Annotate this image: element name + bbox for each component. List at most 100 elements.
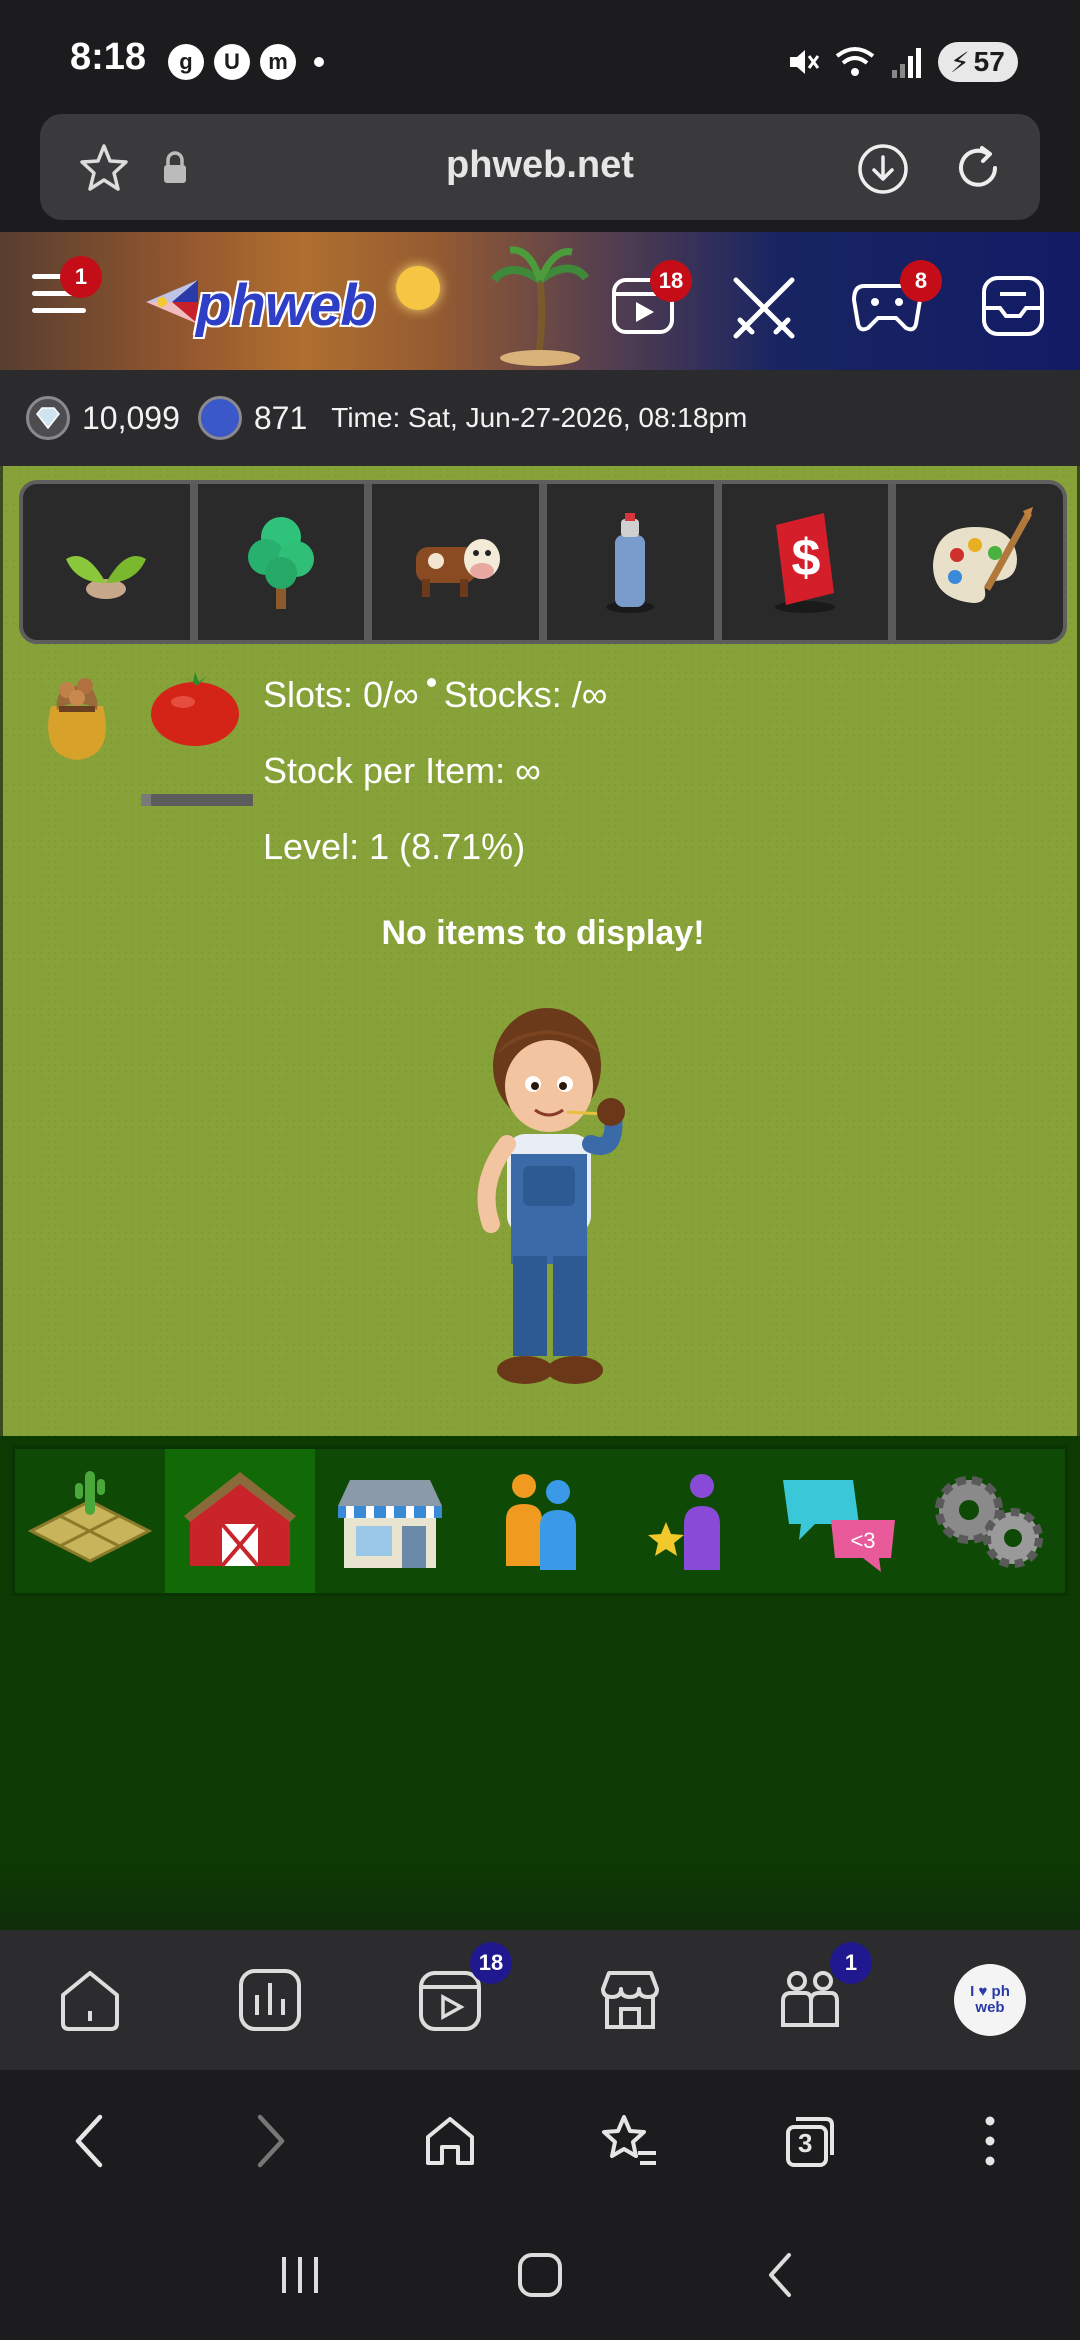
nav-store[interactable] [590,1960,670,2040]
tree-icon [248,517,314,609]
currency-bar: 10,099 871 Time: Sat, Jun-27-2026, 08:18… [0,370,1080,466]
shop-icon [338,1480,442,1568]
level-progress-fill [141,794,151,806]
videos-nav-badge: 18 [470,1942,512,1984]
settings-gears-icon [935,1476,1043,1568]
recents-icon [282,2257,318,2293]
farm-game-area: $ Slots: 0/∞ Stocks: /∞ Stock per Item: ∞… [0,466,1080,1436]
sun-icon [396,266,440,310]
site-bottom-nav: 18 1 I ♥ ph web [0,1930,1080,2070]
forward-button[interactable] [230,2101,310,2181]
chevron-right-icon [257,2114,285,2168]
palm-tree-icon [490,246,590,366]
store-icon [601,1971,659,2029]
game-nav-shop[interactable] [315,1449,465,1593]
server-time: Time: Sat, Jun-27-2026, 08:18pm [331,402,748,433]
svg-text:<3: <3 [850,1528,875,1553]
groups-badge: 1 [830,1942,872,1984]
menu-badge: 1 [60,256,102,298]
philippine-flag-icon [146,280,198,324]
medal-icon [197,396,242,440]
barn-icon [184,1472,296,1568]
status-bar: 8:18 g U m ⚡ 57 [0,0,1080,110]
phweb-logo[interactable]: phweb [196,272,376,339]
charging-bolt-icon: ⚡ [950,46,970,78]
nav-groups[interactable]: 1 [770,1942,872,2040]
stocks-text: Stocks: /∞ [443,674,608,715]
game-nav-settings[interactable] [915,1449,1065,1593]
system-home-button[interactable] [500,2245,580,2305]
spray-can-icon [606,513,655,613]
level-progress-bar [141,794,253,806]
game-nav-chat[interactable]: <3 [765,1449,915,1593]
reload-icon[interactable] [950,140,1006,196]
battery-indicator: ⚡ 57 [938,42,1018,82]
inbox-icon[interactable] [978,270,1048,340]
medal-count: 871 [253,399,308,436]
bookmark-list-icon [602,2115,656,2165]
tabs-count: 3 [798,2128,813,2158]
svg-text:$: $ [792,529,821,587]
system-nav-bar [0,2210,1080,2340]
tab-seeds[interactable] [23,484,198,640]
nav-videos[interactable]: 18 [410,1942,512,2040]
stock-per-item-text: Stock per Item: ∞ [263,750,541,791]
home-icon [426,2117,474,2165]
swords-battle-icon[interactable] [726,270,802,346]
i-love-phweb-logo: I ♥ ph web [970,1983,1010,2016]
seed-bag-icon [48,678,106,760]
wifi-icon [835,47,875,76]
separator-dot [426,678,436,687]
u-app-icon: U [214,44,250,80]
signal-icon [892,48,921,78]
tab-decor[interactable] [896,484,1063,640]
messenger-icon: m [260,44,296,80]
game-nav-friends[interactable] [465,1449,615,1593]
battery-level: 57 [973,46,1005,77]
tomato-icon [151,672,239,746]
level-text: Level: 1 (8.71%) [263,826,526,867]
nav-profile[interactable]: I ♥ ph web [950,1960,1030,2040]
diamond-icon [26,396,70,440]
bookmarks-button[interactable] [590,2101,670,2181]
status-notification-icons: g U m [168,44,324,80]
back-button[interactable] [50,2101,130,2181]
game-nav-favorites[interactable] [615,1449,765,1593]
more-notifications-dot [314,57,324,67]
recents-button[interactable] [260,2245,340,2305]
tab-animals[interactable] [372,484,548,640]
browser-toolbar: 3 [0,2072,1080,2210]
browser-home-button[interactable] [410,2101,490,2181]
stats-icon [239,1969,301,2031]
farmer-character [477,1008,625,1384]
dollar-sign-icon: $ [775,513,836,613]
tab-trees[interactable] [198,484,373,640]
system-home-icon [518,2253,562,2297]
chat-badge: 8 [900,260,942,302]
download-icon[interactable] [856,142,910,196]
google-icon: g [168,44,204,80]
home-icon [61,1971,119,2031]
tab-sprays[interactable] [547,484,722,640]
tabs-button[interactable]: 3 [770,2101,850,2181]
chat-icon: <3 [783,1480,895,1572]
category-tabs: $ [19,480,1067,644]
browser-menu-button[interactable] [950,2101,1030,2181]
tab-cash[interactable]: $ [722,484,897,640]
favorites-icon [648,1474,720,1570]
game-nav-farm[interactable] [15,1449,165,1593]
profile-avatar: I ♥ ph web [954,1964,1026,2036]
game-nav-barn[interactable] [165,1449,315,1593]
game-nav: <3 [12,1446,1068,1596]
paint-palette-icon [932,507,1033,603]
site-header: 1 phweb 18 8 [0,232,1080,370]
nav-stats[interactable] [230,1960,310,2040]
videos-badge: 18 [650,260,692,302]
game-bottom-area: <3 [0,1436,1080,1930]
url-bar[interactable]: phweb.net [40,114,1040,220]
system-back-button[interactable] [740,2245,820,2305]
slots-stocks-line: Slots: 0/∞ Stocks: /∞ [263,674,607,750]
nav-home[interactable] [50,1960,130,2040]
chevron-left-icon [75,2114,103,2168]
empty-message: No items to display! [381,914,705,952]
